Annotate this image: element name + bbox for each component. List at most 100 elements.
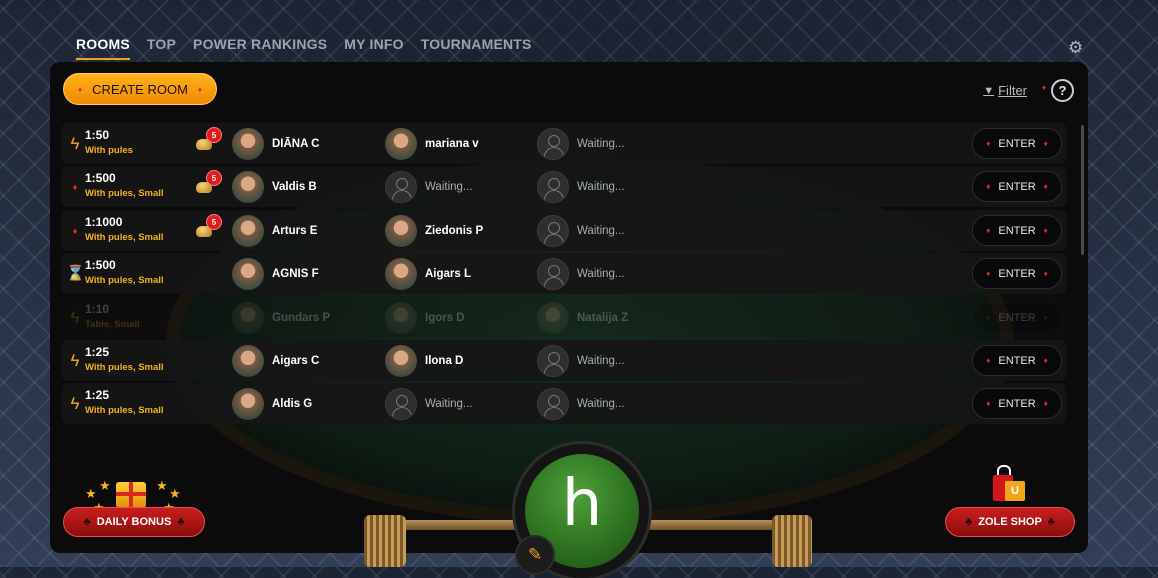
room-row: ϟ 1:10 Table, Small Gundars P Igors D Natalij… [62, 297, 1066, 338]
enter-label: ENTER [998, 267, 1036, 280]
room-row: ♦ 1:500 With pules, Small 5 Valdis B Waiting.… [62, 166, 1066, 207]
tab-tournaments[interactable]: TOURNAMENTS [421, 34, 532, 60]
avatar [385, 127, 417, 160]
player-seat: AGNIS F [232, 257, 319, 290]
avatar [537, 301, 569, 334]
enter-label: ENTER [998, 137, 1036, 150]
player-seat: Waiting... [537, 257, 625, 290]
player-seat: Ilona D [385, 344, 463, 377]
empty-avatar-icon [537, 170, 569, 203]
player-name: Aldis G [272, 397, 313, 410]
tab-power-rankings[interactable]: POWER RANKINGS [193, 34, 327, 60]
player-name: Aigars L [425, 267, 472, 280]
card-stack-right [772, 515, 812, 567]
empty-avatar-icon [537, 387, 569, 420]
player-seat: Aigars L [385, 257, 471, 290]
pencil-icon[interactable]: ✎ [515, 535, 555, 575]
create-room-button[interactable]: ♦ CREATE ROOM ♦ [63, 73, 217, 105]
zole-shop-button[interactable]: U ♣ ZOLE SHOP ♣ [945, 465, 1075, 537]
player-name: DIĀNA C [272, 137, 320, 150]
room-subtitle: With pules, Small [85, 188, 164, 199]
room-bet: 1:500 [85, 171, 116, 185]
player-seat: Arturs E [232, 214, 317, 247]
diamond-icon: ♦ [77, 84, 83, 94]
create-room-label: CREATE ROOM [92, 81, 188, 97]
player-seat: Aigars C [232, 344, 319, 377]
gift-icon [116, 482, 146, 508]
avatar [232, 170, 264, 203]
room-subtitle: Table, Small [85, 319, 140, 330]
avatar [385, 214, 417, 247]
enter-label: ENTER [998, 354, 1036, 367]
diamond-icon: ♦ [986, 356, 991, 365]
pules-count-badge: 5 [206, 170, 222, 186]
player-seat: Waiting... [537, 344, 625, 377]
diamond-icon: ♦ [986, 139, 991, 148]
pules-count-badge: 5 [206, 214, 222, 230]
room-bet: 1:500 [85, 258, 116, 272]
player-seat: Waiting... [385, 387, 473, 420]
player-seat: DIĀNA C [232, 127, 320, 160]
enter-room-button[interactable]: ♦ ENTER ♦ [972, 171, 1062, 202]
card-stack-left [364, 515, 406, 567]
enter-room-button[interactable]: ♦ ENTER ♦ [972, 345, 1062, 376]
player-name: Waiting... [577, 397, 625, 410]
club-icon: ♣ [965, 516, 973, 528]
room-row: ϟ 1:25 With pules, Small Aigars C Ilona D Wai… [62, 340, 1066, 381]
zole-shop-label: ZOLE SHOP [978, 516, 1042, 528]
player-name: Arturs E [272, 224, 318, 237]
enter-room-button[interactable]: ♦ ENTER ♦ [972, 388, 1062, 419]
club-icon: ♣ [83, 516, 91, 528]
player-name: Valdis B [272, 180, 317, 193]
diamond-icon: ♦ [986, 182, 991, 191]
enter-room-button[interactable]: ♦ ENTER ♦ [972, 215, 1062, 246]
diamond-icon: ♦ [986, 269, 991, 278]
room-subtitle: With pules, Small [85, 232, 164, 243]
enter-label: ENTER [998, 311, 1036, 324]
empty-avatar-icon [537, 344, 569, 377]
player-seat: Aldis G [232, 387, 312, 420]
player-name: Waiting... [425, 180, 473, 193]
room-bet: 1:10 [85, 302, 110, 316]
diamond-icon: ♦ [1043, 182, 1048, 191]
player-name: Aigars C [272, 354, 320, 367]
tab-my-info[interactable]: MY INFO [344, 34, 403, 60]
funnel-icon: ▼ [983, 84, 995, 97]
daily-bonus-button[interactable]: ★ ★ ★ ★ ★ ★ ♣ DAILY BONUS ♣ [63, 478, 205, 537]
top-navigation: ROOMS TOP POWER RANKINGS MY INFO TOURNAM… [76, 34, 549, 60]
avatar [385, 344, 417, 377]
room-subtitle: With pules, Small [85, 405, 164, 416]
daily-bonus-label: DAILY BONUS [96, 516, 172, 528]
lightning-icon: ϟ [70, 134, 80, 153]
enter-label: ENTER [998, 224, 1036, 237]
enter-room-button[interactable]: ♦ ENTER ♦ [972, 128, 1062, 159]
diamond-icon: ♦ [986, 226, 991, 235]
diamond-icon: ♦ [72, 226, 78, 236]
player-seat: Waiting... [537, 214, 625, 247]
tab-top[interactable]: TOP [147, 34, 176, 60]
empty-avatar-icon [385, 387, 417, 420]
rooms-scrollbar[interactable] [1081, 125, 1084, 255]
pule-icon: 5 [196, 170, 222, 194]
diamond-icon: ♦ [1043, 313, 1048, 322]
player-name: mariana v [425, 137, 479, 150]
daily-bonus-pill: ♣ DAILY BONUS ♣ [63, 507, 205, 537]
player-name: Waiting... [577, 354, 625, 367]
shopping-bag-icon: U [993, 465, 1025, 501]
zole-shop-pill: ♣ ZOLE SHOP ♣ [945, 507, 1075, 537]
player-seat: Natalija Z [537, 301, 628, 334]
pules-count-badge: 5 [206, 127, 222, 143]
filter-link[interactable]: ▼ Filter [983, 83, 1027, 98]
tab-rooms[interactable]: ROOMS [76, 34, 130, 60]
diamond-icon: ♦ [1043, 356, 1048, 365]
empty-avatar-icon [385, 170, 417, 203]
enter-room-button[interactable]: ♦ ENTER ♦ [972, 258, 1062, 289]
star-icon: ★ [156, 478, 168, 493]
help-button[interactable]: ? [1051, 79, 1074, 102]
diamond-icon: ♦ [1041, 83, 1046, 92]
empty-avatar-icon [537, 257, 569, 290]
table-rail [640, 520, 790, 530]
settings-gear-icon[interactable]: ⚙ [1068, 38, 1088, 58]
player-seat: Waiting... [537, 387, 625, 420]
avatar [232, 257, 264, 290]
